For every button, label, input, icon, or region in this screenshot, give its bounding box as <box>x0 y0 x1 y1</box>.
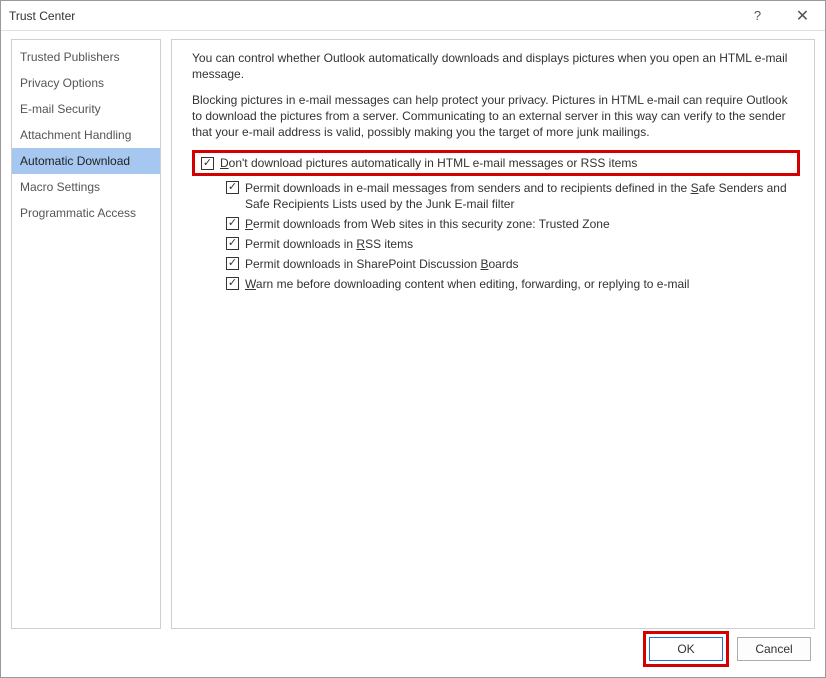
sidebar-item-label: Privacy Options <box>20 76 104 90</box>
titlebar: Trust Center ? ✕ <box>1 1 825 31</box>
option-label: Permit downloads in e-mail messages from… <box>245 180 800 212</box>
intro-paragraph-1: You can control whether Outlook automati… <box>192 50 800 82</box>
sidebar-item-macro-settings[interactable]: Macro Settings <box>12 174 160 200</box>
sidebar-item-programmatic-access[interactable]: Programmatic Access <box>12 200 160 226</box>
sidebar-item-label: Programmatic Access <box>20 206 136 220</box>
sidebar-item-label: Macro Settings <box>20 180 100 194</box>
sidebar-item-label: E-mail Security <box>20 102 101 116</box>
sidebar-item-label: Attachment Handling <box>20 128 131 142</box>
sidebar-item-label: Automatic Download <box>20 154 130 168</box>
option-label: Permit downloads in RSS items <box>245 236 800 252</box>
checkbox-safe-senders[interactable]: ✓ <box>226 181 239 194</box>
checkbox-dont-download[interactable]: ✓ <box>201 157 214 170</box>
option-label: Warn me before downloading content when … <box>245 276 800 292</box>
option-row: ✓ Permit downloads from Web sites in thi… <box>226 216 800 232</box>
dialog-footer: OK Cancel <box>1 629 825 669</box>
cancel-button[interactable]: Cancel <box>737 637 811 661</box>
intro-paragraph-2: Blocking pictures in e-mail messages can… <box>192 92 800 140</box>
highlight-ok-button: OK <box>643 631 729 667</box>
option-label: Permit downloads in SharePoint Discussio… <box>245 256 800 272</box>
close-button[interactable]: ✕ <box>780 1 825 31</box>
checkbox-rss-items[interactable]: ✓ <box>226 237 239 250</box>
option-row: ✓ Permit downloads in e-mail messages fr… <box>226 180 800 212</box>
checkbox-trusted-zone[interactable]: ✓ <box>226 217 239 230</box>
dialog-body: Trusted Publishers Privacy Options E-mai… <box>1 31 825 629</box>
sidebar-item-label: Trusted Publishers <box>20 50 120 64</box>
sidebar-item-trusted-publishers[interactable]: Trusted Publishers <box>12 44 160 70</box>
help-button[interactable]: ? <box>735 1 780 31</box>
content-panel: You can control whether Outlook automati… <box>171 39 815 629</box>
sidebar-item-email-security[interactable]: E-mail Security <box>12 96 160 122</box>
sidebar: Trusted Publishers Privacy Options E-mai… <box>11 39 161 629</box>
option-row: ✓ Warn me before downloading content whe… <box>226 276 800 292</box>
option-label-dont-download: Don't download pictures automatically in… <box>220 156 791 170</box>
ok-button[interactable]: OK <box>649 637 723 661</box>
highlight-main-option: ✓ Don't download pictures automatically … <box>192 150 800 176</box>
option-row: ✓ Permit downloads in SharePoint Discuss… <box>226 256 800 272</box>
window-title: Trust Center <box>9 9 735 23</box>
checkbox-warn-before-download[interactable]: ✓ <box>226 277 239 290</box>
sidebar-item-attachment-handling[interactable]: Attachment Handling <box>12 122 160 148</box>
sidebar-item-privacy-options[interactable]: Privacy Options <box>12 70 160 96</box>
option-label: Permit downloads from Web sites in this … <box>245 216 800 232</box>
checkbox-sharepoint[interactable]: ✓ <box>226 257 239 270</box>
sidebar-item-automatic-download[interactable]: Automatic Download <box>12 148 160 174</box>
option-row: ✓ Permit downloads in RSS items <box>226 236 800 252</box>
